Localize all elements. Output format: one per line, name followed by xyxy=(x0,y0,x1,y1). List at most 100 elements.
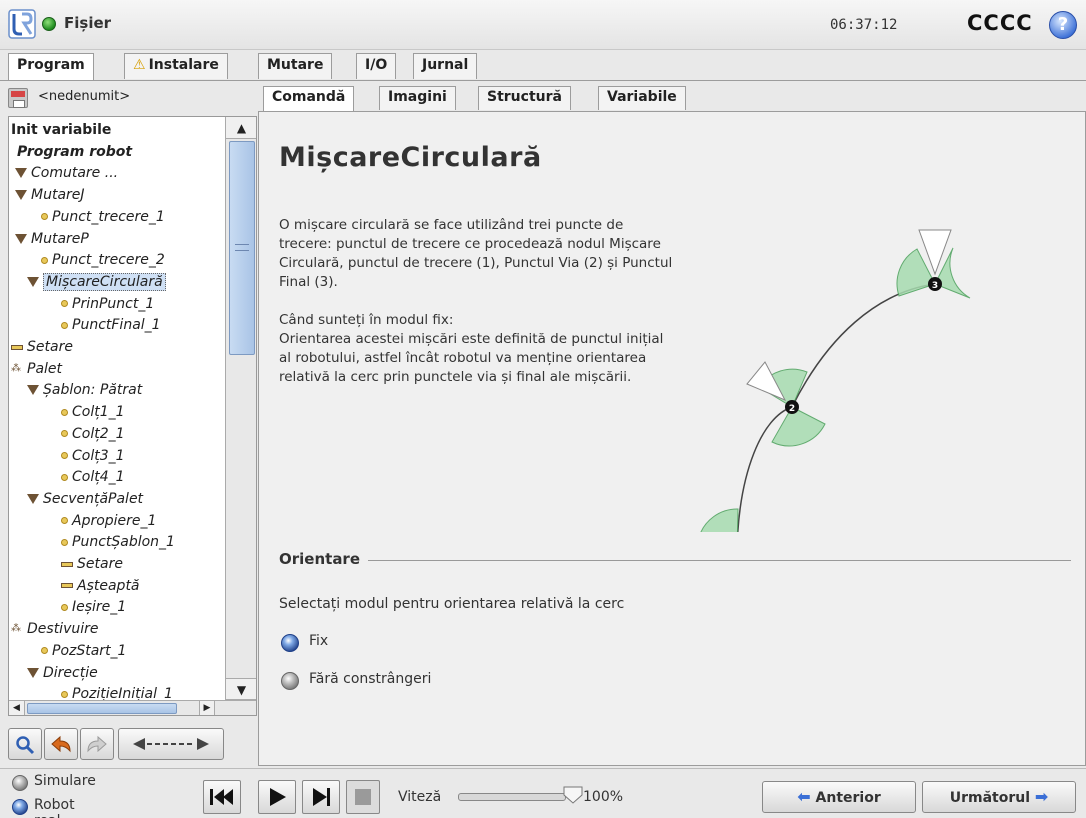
tree-vertical-scrollbar[interactable]: ▲ ▼ xyxy=(225,117,256,700)
previous-button[interactable]: ⬅ Anterior xyxy=(762,781,916,813)
robot-name: CCCC xyxy=(967,11,1033,35)
tree-hscroll-thumb[interactable] xyxy=(27,703,177,714)
tree-item-label: Colț1_1 xyxy=(72,404,125,421)
tab-mutare[interactable]: Mutare xyxy=(258,53,333,79)
clock: 06:37:12 xyxy=(830,17,898,33)
tab-divider xyxy=(0,80,1086,81)
tree-item[interactable]: Apropiere_1 xyxy=(61,510,156,532)
tree-item-label: Comutare ... xyxy=(31,165,119,182)
scroll-right-icon[interactable]: ▶ xyxy=(199,701,215,715)
scroll-down-icon[interactable]: ▼ xyxy=(226,678,256,700)
tree-item-label: Șablon: Pătrat xyxy=(43,382,143,399)
redo-icon[interactable] xyxy=(80,728,114,760)
tree-item[interactable]: Ieșire_1 xyxy=(61,596,126,618)
file-menu[interactable]: Fișier xyxy=(64,14,111,32)
scroll-left-icon[interactable]: ◀ xyxy=(9,701,25,715)
waypoint-3-label: 3 xyxy=(932,281,938,291)
arrow-left-icon: ⬅ xyxy=(797,787,811,806)
tab-io[interactable]: I/O xyxy=(356,53,397,79)
undo-icon[interactable] xyxy=(44,728,78,760)
radio-selected-icon[interactable] xyxy=(281,634,299,652)
program-tree[interactable]: Init variabile Program robot Comutare ... M… xyxy=(8,116,257,716)
circular-move-diagram: 1 2 3 xyxy=(700,229,971,532)
tree-scroll-thumb[interactable] xyxy=(229,141,255,355)
tree-item[interactable]: Program robot xyxy=(17,141,132,163)
tree-item-label: Palet xyxy=(27,360,63,377)
command-content: MișcareCirculară O mișcare circulară se … xyxy=(258,111,1086,766)
tree-item[interactable]: MișcareCirculară xyxy=(27,271,166,293)
tree-item[interactable]: Punct_trecere_2 xyxy=(41,249,165,271)
tab-instalare[interactable]: ⚠ Instalare xyxy=(124,53,228,79)
radio-unselected-icon[interactable] xyxy=(12,775,28,791)
tree-item[interactable]: Punct_trecere_1 xyxy=(41,206,165,228)
next-button[interactable]: Următorul ➡ xyxy=(922,781,1076,813)
step-icon xyxy=(313,788,330,806)
tree-item[interactable]: Colț4_1 xyxy=(61,466,125,488)
tree-horizontal-scrollbar[interactable]: ◀ ▶ xyxy=(9,700,256,715)
save-icon[interactable] xyxy=(8,88,28,108)
tree-item[interactable]: SecvențăPalet xyxy=(27,488,143,510)
tree-item[interactable]: Init variabile xyxy=(11,119,111,141)
tab-program[interactable]: Program xyxy=(8,53,94,81)
speed-slider[interactable] xyxy=(458,793,566,801)
orientation-divider xyxy=(279,560,1071,561)
tree-item[interactable]: Setare xyxy=(11,336,73,358)
step-button[interactable] xyxy=(302,780,340,814)
rewind-button[interactable] xyxy=(203,780,241,814)
tree-item[interactable]: Comutare ... xyxy=(15,162,118,184)
tab-jurnal[interactable]: Jurnal xyxy=(413,53,478,79)
pallet-icon: ⁂ xyxy=(11,623,21,635)
search-icon[interactable] xyxy=(8,728,42,760)
tab-variabile[interactable]: Variabile xyxy=(598,86,686,110)
waypoint-icon xyxy=(41,647,48,655)
folder-icon xyxy=(27,493,39,504)
tab-comanda[interactable]: Comandă xyxy=(263,86,355,112)
arrow-right-icon: ➡ xyxy=(1034,787,1049,806)
waypoint-icon xyxy=(61,300,68,308)
tree-item[interactable]: PunctFinal_1 xyxy=(61,314,161,336)
folder-icon xyxy=(27,667,39,678)
stop-button[interactable] xyxy=(346,780,380,814)
orientation-description: Selectați modul pentru orientarea relati… xyxy=(279,596,625,612)
set-icon xyxy=(61,583,73,589)
play-button[interactable] xyxy=(258,780,296,814)
tree-item[interactable]: PrinPunct_1 xyxy=(61,293,154,315)
stop-icon xyxy=(355,789,371,805)
tree-item[interactable]: Șablon: Pătrat xyxy=(27,379,142,401)
tree-item-label: Setare xyxy=(77,556,123,572)
ur-logo-icon xyxy=(8,9,36,39)
tree-item-label: Program robot xyxy=(17,143,133,160)
tree-item-label: Ieșire_1 xyxy=(72,599,127,616)
move-node-icon[interactable] xyxy=(118,728,224,760)
radio-selected-icon[interactable] xyxy=(12,799,28,815)
scroll-up-icon[interactable]: ▲ xyxy=(226,117,256,139)
tree-item-label: Colț4_1 xyxy=(72,469,125,486)
radio-unselected-icon[interactable] xyxy=(281,672,299,690)
footer-bar: Simulare Robot real Viteză 100% ⬅ Anteri… xyxy=(0,768,1086,818)
tree-item[interactable]: ⁂ Destivuire xyxy=(11,618,98,640)
help-icon[interactable]: ? xyxy=(1049,11,1077,39)
tree-item[interactable]: Colț1_1 xyxy=(61,401,125,423)
tree-item-label: PunctȘablon_1 xyxy=(72,534,175,551)
tree-item-label: PozStart_1 xyxy=(52,642,127,659)
tree-item[interactable]: Colț3_1 xyxy=(61,445,125,467)
waypoint-icon xyxy=(41,256,48,264)
tree-toolbar xyxy=(8,726,257,762)
tree-item[interactable]: ⁂ Palet xyxy=(11,358,62,380)
waypoint-icon xyxy=(41,213,48,221)
tree-item[interactable]: PunctȘablon_1 xyxy=(61,531,175,553)
tree-item[interactable]: Direcție xyxy=(27,662,98,684)
node-panel: Comandă Imagini Structură Variabile Mișc… xyxy=(258,86,1086,766)
tree-item[interactable]: MutareP xyxy=(15,228,89,250)
speed-slider-thumb[interactable] xyxy=(562,785,584,805)
tab-structura[interactable]: Structură xyxy=(478,86,571,110)
tree-item[interactable]: MutareJ xyxy=(15,184,85,206)
waypoint-icon xyxy=(61,473,68,481)
tree-item[interactable]: Așteaptă xyxy=(61,575,140,597)
tab-imagini[interactable]: Imagini xyxy=(379,86,456,110)
play-icon xyxy=(270,788,286,806)
tree-item[interactable]: Setare xyxy=(61,553,123,575)
tree-item[interactable]: Colț2_1 xyxy=(61,423,125,445)
radio-fix-label: Fix xyxy=(309,633,329,649)
tree-item[interactable]: PozStart_1 xyxy=(41,640,126,662)
